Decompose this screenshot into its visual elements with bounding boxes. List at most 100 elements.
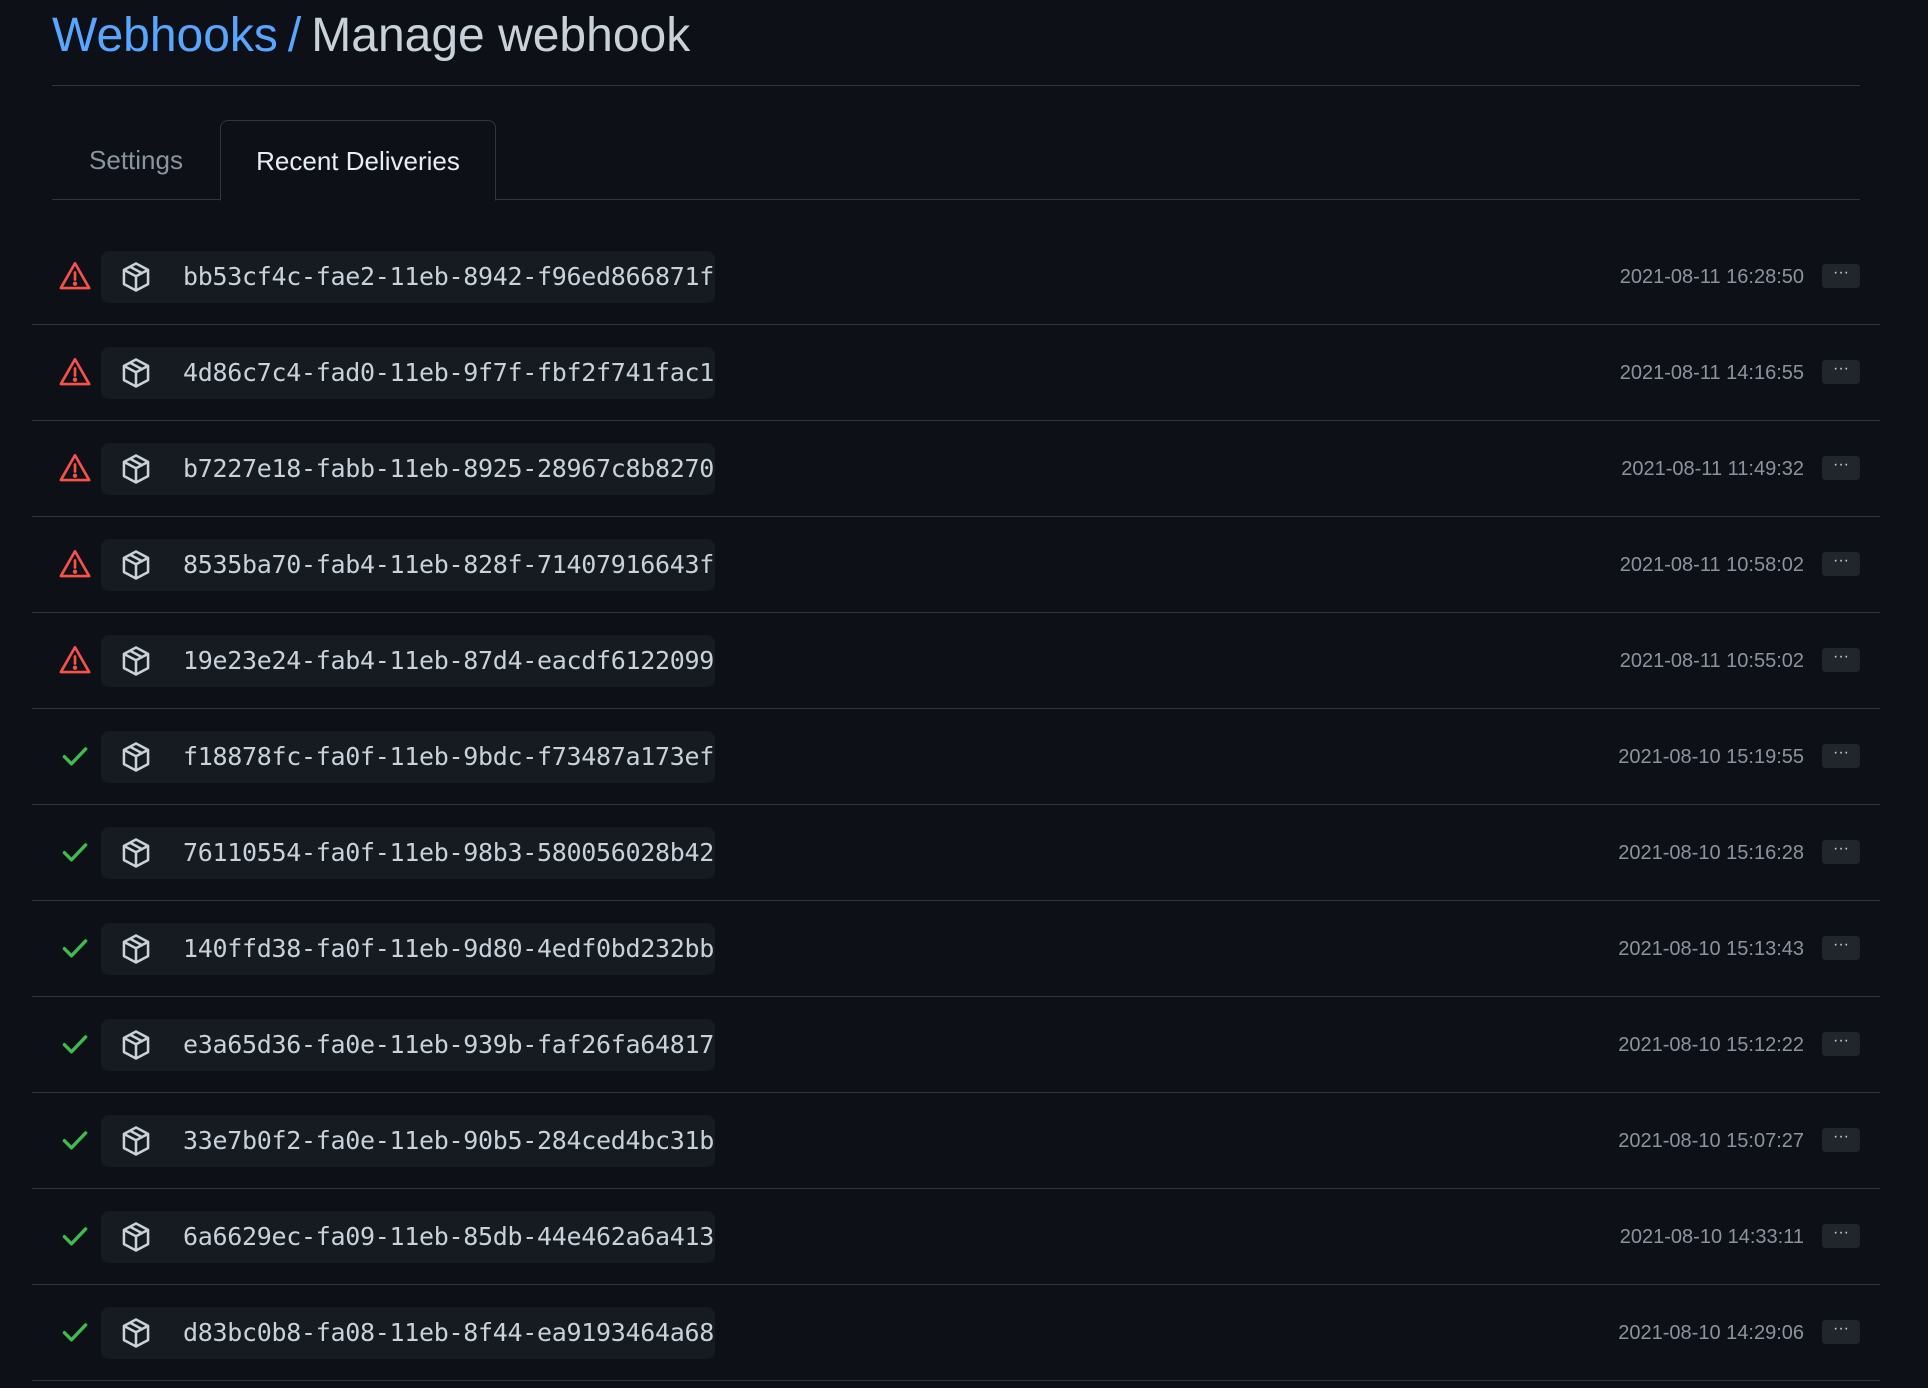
check-icon [58, 1027, 92, 1061]
delivery-timestamp: 2021-08-11 10:55:02 [1619, 650, 1804, 672]
package-icon [119, 260, 153, 294]
package-icon [119, 1028, 153, 1062]
tab-bar: Settings Recent Deliveries [52, 120, 1860, 201]
delivery-timestamp: 2021-08-11 14:16:55 [1619, 362, 1804, 384]
delivery-guid: b7227e18-fabb-11eb-8925-28967c8b8270 [183, 454, 715, 483]
delivery-guid-pill[interactable]: f18878fc-fa0f-11eb-9bdc-f73487a173ef [101, 731, 715, 783]
delivery-guid: bb53cf4c-fae2-11eb-8942-f96ed866871f [183, 262, 715, 291]
kebab-horizontal-icon: ··· [1833, 456, 1849, 473]
delivery-row[interactable]: 33e7b0f2-fa0e-11eb-90b5-284ced4bc31b 202… [32, 1093, 1880, 1189]
kebab-horizontal-icon: ··· [1833, 936, 1849, 953]
delivery-guid: 76110554-fa0f-11eb-98b3-580056028b42 [183, 838, 715, 867]
delivery-timestamp: 2021-08-10 15:16:28 [1618, 842, 1804, 864]
delivery-guid: 4d86c7c4-fad0-11eb-9f7f-fbf2f741fac1 [183, 358, 715, 387]
breadcrumb-separator: / [287, 9, 302, 62]
page-title: Webhooks / Manage webhook [52, 6, 690, 66]
delivery-guid-pill[interactable]: 33e7b0f2-fa0e-11eb-90b5-284ced4bc31b [101, 1115, 715, 1167]
delivery-guid: 8535ba70-fab4-11eb-828f-71407916643f [183, 550, 715, 579]
kebab-horizontal-icon: ··· [1833, 1320, 1849, 1337]
delivery-row[interactable]: f18878fc-fa0f-11eb-9bdc-f73487a173ef 202… [32, 709, 1880, 805]
check-icon [58, 931, 92, 965]
more-options-button[interactable]: ··· [1822, 1224, 1860, 1248]
delivery-guid: 6a6629ec-fa09-11eb-85db-44e462a6a413 [183, 1222, 715, 1251]
delivery-row[interactable]: 140ffd38-fa0f-11eb-9d80-4edf0bd232bb 202… [32, 901, 1880, 997]
delivery-guid-pill[interactable]: e3a65d36-fa0e-11eb-939b-faf26fa64817 [101, 1019, 715, 1071]
delivery-guid-pill[interactable]: 6a6629ec-fa09-11eb-85db-44e462a6a413 [101, 1211, 715, 1263]
delivery-timestamp: 2021-08-10 14:33:11 [1619, 1226, 1804, 1248]
check-icon [58, 835, 92, 869]
delivery-timestamp: 2021-08-10 15:13:43 [1618, 938, 1804, 960]
delivery-guid-pill[interactable]: 4d86c7c4-fad0-11eb-9f7f-fbf2f741fac1 [101, 347, 715, 399]
delivery-guid: 140ffd38-fa0f-11eb-9d80-4edf0bd232bb [183, 934, 715, 963]
delivery-guid-pill[interactable]: 140ffd38-fa0f-11eb-9d80-4edf0bd232bb [101, 923, 715, 975]
delivery-row[interactable]: e3a65d36-fa0e-11eb-939b-faf26fa64817 202… [32, 997, 1880, 1093]
more-options-button[interactable]: ··· [1822, 648, 1860, 672]
kebab-horizontal-icon: ··· [1833, 1032, 1849, 1049]
more-options-button[interactable]: ··· [1822, 936, 1860, 960]
more-options-button[interactable]: ··· [1822, 1128, 1860, 1152]
delivery-guid-pill[interactable]: bb53cf4c-fae2-11eb-8942-f96ed866871f [101, 251, 715, 303]
delivery-guid: 19e23e24-fab4-11eb-87d4-eacdf6122099 [183, 646, 715, 675]
alert-icon [58, 451, 92, 485]
more-options-button[interactable]: ··· [1822, 744, 1860, 768]
delivery-row[interactable]: 19e23e24-fab4-11eb-87d4-eacdf6122099 202… [32, 613, 1880, 709]
delivery-timestamp: 2021-08-10 15:07:27 [1618, 1130, 1804, 1152]
kebab-horizontal-icon: ··· [1833, 1128, 1849, 1145]
alert-icon [58, 355, 92, 389]
kebab-horizontal-icon: ··· [1833, 648, 1849, 665]
webhook-deliveries-page: Webhooks / Manage webhook Settings Recent … [0, 0, 1928, 1388]
delivery-guid-pill[interactable]: 76110554-fa0f-11eb-98b3-580056028b42 [101, 827, 715, 879]
check-icon [58, 739, 92, 773]
tab-recent-deliveries[interactable]: Recent Deliveries [220, 120, 496, 201]
page-title-text: Manage webhook [311, 9, 691, 62]
delivery-row[interactable]: 76110554-fa0f-11eb-98b3-580056028b42 202… [32, 805, 1880, 901]
alert-icon [58, 643, 92, 677]
package-icon [119, 548, 153, 582]
tab-settings[interactable]: Settings [52, 120, 220, 200]
package-icon [119, 1124, 153, 1158]
delivery-guid: f18878fc-fa0f-11eb-9bdc-f73487a173ef [183, 742, 715, 771]
package-icon [119, 932, 153, 966]
package-icon [119, 740, 153, 774]
kebab-horizontal-icon: ··· [1833, 840, 1849, 857]
kebab-horizontal-icon: ··· [1833, 744, 1849, 761]
delivery-timestamp: 2021-08-10 15:19:55 [1618, 746, 1804, 768]
more-options-button[interactable]: ··· [1822, 1320, 1860, 1344]
breadcrumb-webhooks-link[interactable]: Webhooks [52, 9, 278, 62]
more-options-button[interactable]: ··· [1822, 360, 1860, 384]
delivery-timestamp: 2021-08-10 14:29:06 [1618, 1322, 1804, 1344]
alert-icon [58, 259, 92, 293]
more-options-button[interactable]: ··· [1822, 840, 1860, 864]
delivery-guid-pill[interactable]: b7227e18-fabb-11eb-8925-28967c8b8270 [101, 443, 715, 495]
delivery-guid: 33e7b0f2-fa0e-11eb-90b5-284ced4bc31b [183, 1126, 715, 1155]
delivery-guid: e3a65d36-fa0e-11eb-939b-faf26fa64817 [183, 1030, 715, 1059]
delivery-timestamp: 2021-08-10 15:12:22 [1618, 1034, 1804, 1056]
more-options-button[interactable]: ··· [1822, 552, 1860, 576]
more-options-button[interactable]: ··· [1822, 456, 1860, 480]
package-icon [119, 452, 153, 486]
delivery-row[interactable]: bb53cf4c-fae2-11eb-8942-f96ed866871f 202… [32, 229, 1880, 325]
delivery-guid: d83bc0b8-fa08-11eb-8f44-ea9193464a68 [183, 1318, 715, 1347]
delivery-guid-pill[interactable]: 19e23e24-fab4-11eb-87d4-eacdf6122099 [101, 635, 715, 687]
check-icon [58, 1123, 92, 1157]
package-icon [119, 356, 153, 390]
check-icon [58, 1315, 92, 1349]
kebab-horizontal-icon: ··· [1833, 552, 1849, 569]
delivery-row[interactable]: 8535ba70-fab4-11eb-828f-71407916643f 202… [32, 517, 1880, 613]
package-icon [119, 1220, 153, 1254]
delivery-row[interactable]: 6a6629ec-fa09-11eb-85db-44e462a6a413 202… [32, 1189, 1880, 1285]
delivery-row[interactable]: b7227e18-fabb-11eb-8925-28967c8b8270 202… [32, 421, 1880, 517]
delivery-row[interactable]: 4d86c7c4-fad0-11eb-9f7f-fbf2f741fac1 202… [32, 325, 1880, 421]
delivery-row[interactable]: d83bc0b8-fa08-11eb-8f44-ea9193464a68 202… [32, 1285, 1880, 1381]
kebab-horizontal-icon: ··· [1833, 360, 1849, 377]
kebab-horizontal-icon: ··· [1833, 1224, 1849, 1241]
deliveries-list: bb53cf4c-fae2-11eb-8942-f96ed866871f 202… [32, 229, 1880, 1381]
more-options-button[interactable]: ··· [1822, 1032, 1860, 1056]
package-icon [119, 1316, 153, 1350]
delivery-timestamp: 2021-08-11 10:58:02 [1619, 554, 1804, 576]
check-icon [58, 1219, 92, 1253]
delivery-guid-pill[interactable]: 8535ba70-fab4-11eb-828f-71407916643f [101, 539, 715, 591]
page-header: Webhooks / Manage webhook [52, 0, 1860, 86]
delivery-guid-pill[interactable]: d83bc0b8-fa08-11eb-8f44-ea9193464a68 [101, 1307, 715, 1359]
more-options-button[interactable]: ··· [1822, 264, 1860, 288]
